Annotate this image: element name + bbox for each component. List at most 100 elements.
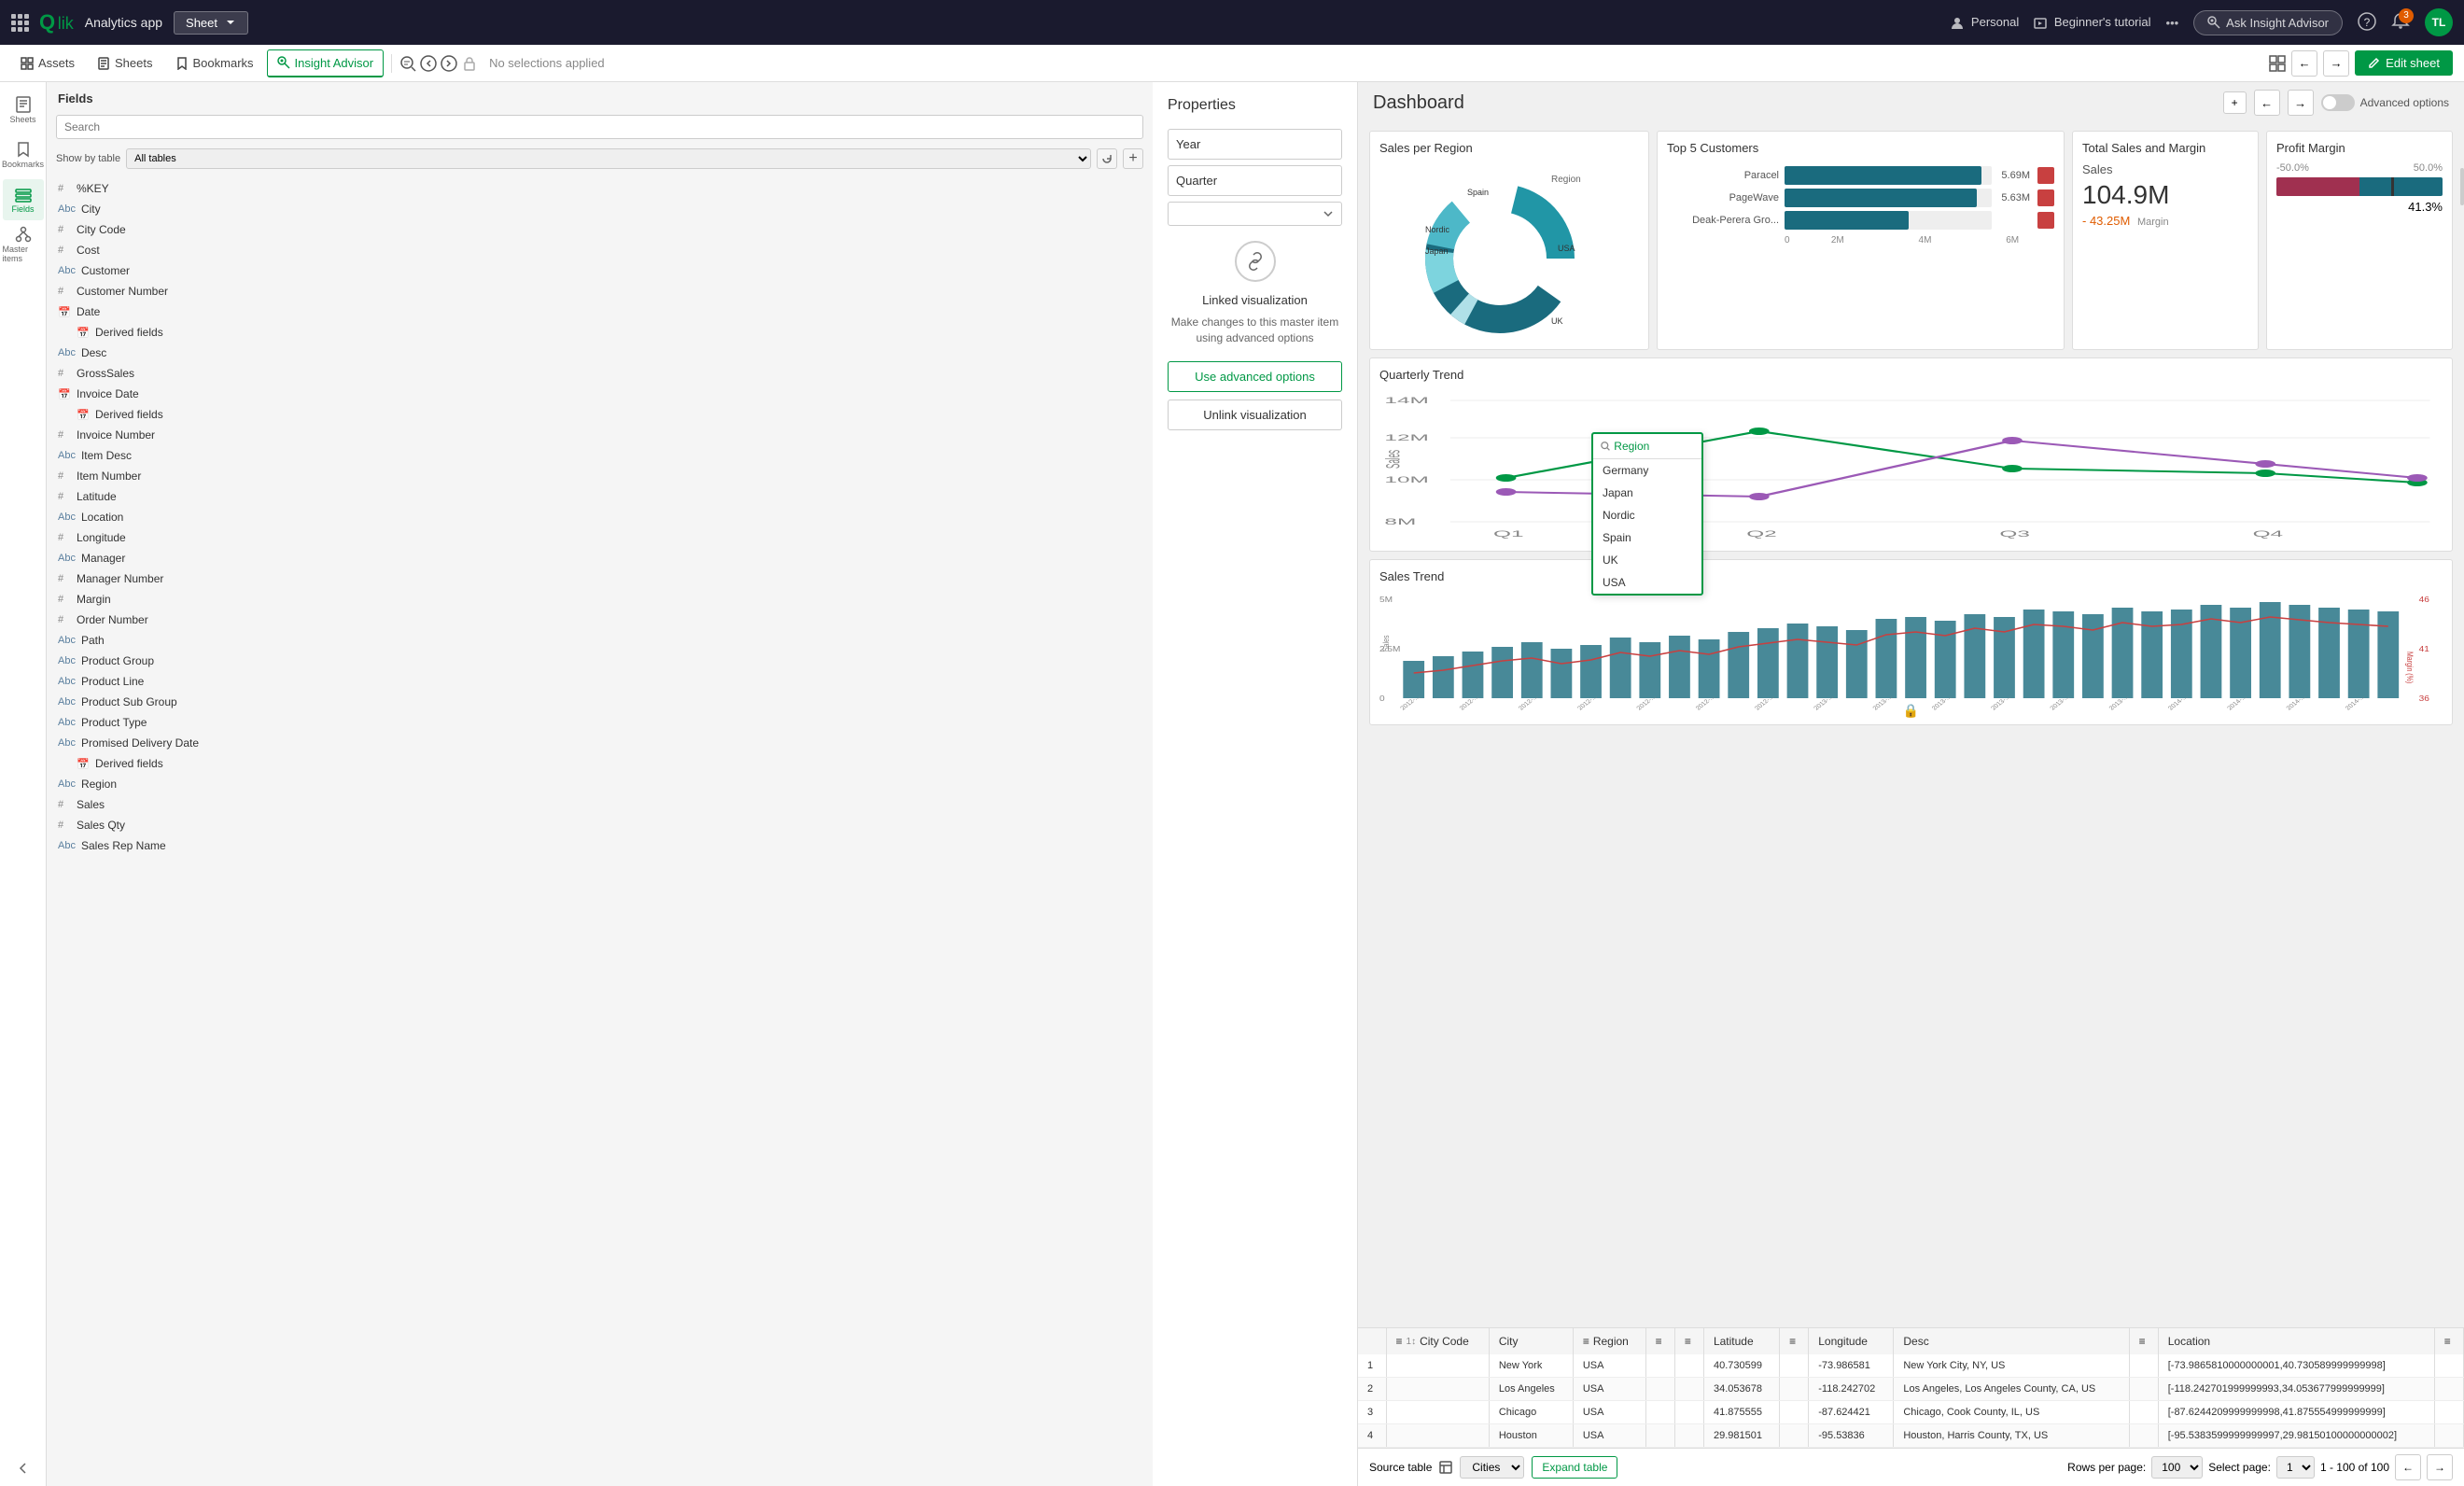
field-item[interactable]: AbcCity (47, 199, 1153, 219)
derived-fields-item[interactable]: 📅Derived fields (47, 404, 1153, 425)
field-type-abc: Abc (58, 778, 76, 790)
add-field-button[interactable]: + (1123, 148, 1143, 169)
th-empty5: ≡ (2434, 1328, 2463, 1354)
field-item[interactable]: AbcRegion (47, 774, 1153, 794)
field-item[interactable]: #Invoice Number (47, 425, 1153, 445)
field-item[interactable]: AbcManager (47, 548, 1153, 568)
forward-icon[interactable] (441, 55, 457, 72)
field-item[interactable]: #Manager Number (47, 568, 1153, 589)
dimension-selector[interactable] (1168, 202, 1342, 226)
derived-fields-item[interactable]: 📅Derived fields (47, 753, 1153, 774)
more-options[interactable]: ••• (2166, 16, 2179, 30)
nav-next-arrow[interactable]: → (2323, 50, 2349, 77)
region-item-germany[interactable]: Germany (1593, 459, 1701, 482)
sidebar-master-items-icon[interactable]: Master items (3, 224, 44, 265)
field-item[interactable]: AbcCustomer (47, 260, 1153, 281)
advanced-options-toggle[interactable]: Advanced options (2321, 94, 2449, 111)
field-item[interactable]: AbcProduct Group (47, 651, 1153, 671)
field-item[interactable]: AbcProduct Sub Group (47, 692, 1153, 712)
table-next-page[interactable]: → (2427, 1454, 2453, 1480)
user-avatar[interactable]: TL (2425, 8, 2453, 36)
dashboard-next-arrow[interactable]: → (2288, 90, 2314, 116)
sidebar-bookmarks-icon[interactable]: Bookmarks (3, 134, 44, 175)
tutorial-label[interactable]: Beginner's tutorial (2034, 15, 2150, 30)
edit-sheet-button[interactable]: Edit sheet (2355, 50, 2453, 76)
region-item-spain[interactable]: Spain (1593, 526, 1701, 549)
region-item-usa[interactable]: USA (1593, 571, 1701, 594)
field-item[interactable]: #Order Number (47, 610, 1153, 630)
td-lat: 29.981501 (1703, 1424, 1779, 1448)
help-icon[interactable]: ? (2358, 12, 2376, 31)
field-item[interactable]: AbcItem Desc (47, 445, 1153, 466)
field-item[interactable]: #Sales (47, 794, 1153, 815)
region-search-input[interactable] (1614, 440, 1694, 453)
field-type-hash: # (58, 429, 71, 441)
page-select[interactable]: 1 (2276, 1456, 2315, 1479)
sheets-tab[interactable]: Sheets (88, 50, 161, 76)
field-item[interactable]: #Longitude (47, 527, 1153, 548)
region-item-uk[interactable]: UK (1593, 549, 1701, 571)
field-item[interactable]: 📅Date (47, 301, 1153, 322)
field-type-cal: 📅 (58, 388, 71, 400)
field-item[interactable]: 📅Invoice Date (47, 384, 1153, 404)
field-item[interactable]: AbcProduct Type (47, 712, 1153, 733)
grid-view-icon[interactable] (2269, 55, 2286, 72)
field-item[interactable]: #Item Number (47, 466, 1153, 486)
quarter-selector[interactable]: Quarter (1168, 165, 1342, 196)
td-location: [-87.6244209999999998,41.875554999999999… (2158, 1401, 2434, 1424)
field-type-hash: # (58, 532, 71, 543)
field-item[interactable]: #%KEY (47, 178, 1153, 199)
field-item[interactable]: AbcLocation (47, 507, 1153, 527)
show-by-table-label: Show by table (56, 153, 120, 164)
personal-label[interactable]: Personal (1951, 15, 2019, 30)
sidebar-collapse-btn[interactable] (16, 1461, 31, 1479)
derived-fields-item[interactable]: 📅Derived fields (47, 322, 1153, 343)
region-item-japan[interactable]: Japan (1593, 482, 1701, 504)
refresh-fields-button[interactable] (1097, 148, 1117, 169)
field-item[interactable]: #Latitude (47, 486, 1153, 507)
table-prev-page[interactable]: ← (2395, 1454, 2421, 1480)
field-item[interactable]: #Customer Number (47, 281, 1153, 301)
add-chart-button[interactable]: + (2223, 91, 2247, 114)
apps-grid-icon[interactable] (11, 14, 28, 32)
field-item[interactable]: AbcPath (47, 630, 1153, 651)
region-item-nordic[interactable]: Nordic (1593, 504, 1701, 526)
dashboard-prev-arrow[interactable]: ← (2254, 90, 2280, 116)
qlik-logo[interactable]: Q lik (39, 10, 74, 35)
sheet-label: Sheet (186, 16, 217, 30)
sidebar-sheets-icon[interactable]: Sheets (3, 90, 44, 131)
charts-row-1: Sales per Region Region USA (1369, 131, 2453, 350)
field-item[interactable]: #GrossSales (47, 363, 1153, 384)
field-item[interactable]: #Margin (47, 589, 1153, 610)
field-item[interactable]: #Sales Qty (47, 815, 1153, 835)
bar-x-axis: 0 2M 4M 6M (1667, 235, 2054, 245)
expand-table-button[interactable]: Expand table (1532, 1456, 1617, 1479)
insight-advisor-tab[interactable]: Insight Advisor (267, 49, 385, 77)
unlink-visualization-button[interactable]: Unlink visualization (1168, 400, 1342, 430)
field-item[interactable]: AbcProduct Line (47, 671, 1153, 692)
use-advanced-options-button[interactable]: Use advanced options (1168, 361, 1342, 392)
field-item[interactable]: #Cost (47, 240, 1153, 260)
show-by-table-select[interactable]: All tables (126, 148, 1091, 169)
field-item[interactable]: AbcPromised Delivery Date (47, 733, 1153, 753)
field-item[interactable]: AbcDesc (47, 343, 1153, 363)
assets-tab[interactable]: Assets (11, 50, 84, 76)
sheet-selector[interactable]: Sheet (174, 11, 248, 35)
profit-bar-positive (2359, 177, 2443, 196)
svg-text:Sales: Sales (1381, 636, 1391, 652)
fields-search-input[interactable] (56, 115, 1143, 139)
table-row: 4 Houston USA 29.981501 -95.53836 Housto… (1358, 1424, 2464, 1448)
bookmarks-tab[interactable]: Bookmarks (166, 50, 263, 76)
smart-search-icon[interactable] (399, 55, 416, 72)
source-table-select[interactable]: Cities (1460, 1456, 1524, 1479)
year-selector[interactable]: Year (1168, 129, 1342, 160)
sidebar-fields-icon[interactable]: Fields (3, 179, 44, 220)
ask-insight-button[interactable]: Ask Insight Advisor (2193, 10, 2343, 35)
nav-prev-arrow[interactable]: ← (2291, 50, 2317, 77)
field-item[interactable]: #City Code (47, 219, 1153, 240)
field-item[interactable]: AbcSales Rep Name (47, 835, 1153, 856)
master-items-sidebar-label: Master items (3, 245, 44, 263)
back-icon[interactable] (420, 55, 437, 72)
table-scroll-container[interactable]: ≡ 1↕ City Code City ≡ Region (1358, 1328, 2464, 1448)
rows-per-page-select[interactable]: 100 (2151, 1456, 2203, 1479)
